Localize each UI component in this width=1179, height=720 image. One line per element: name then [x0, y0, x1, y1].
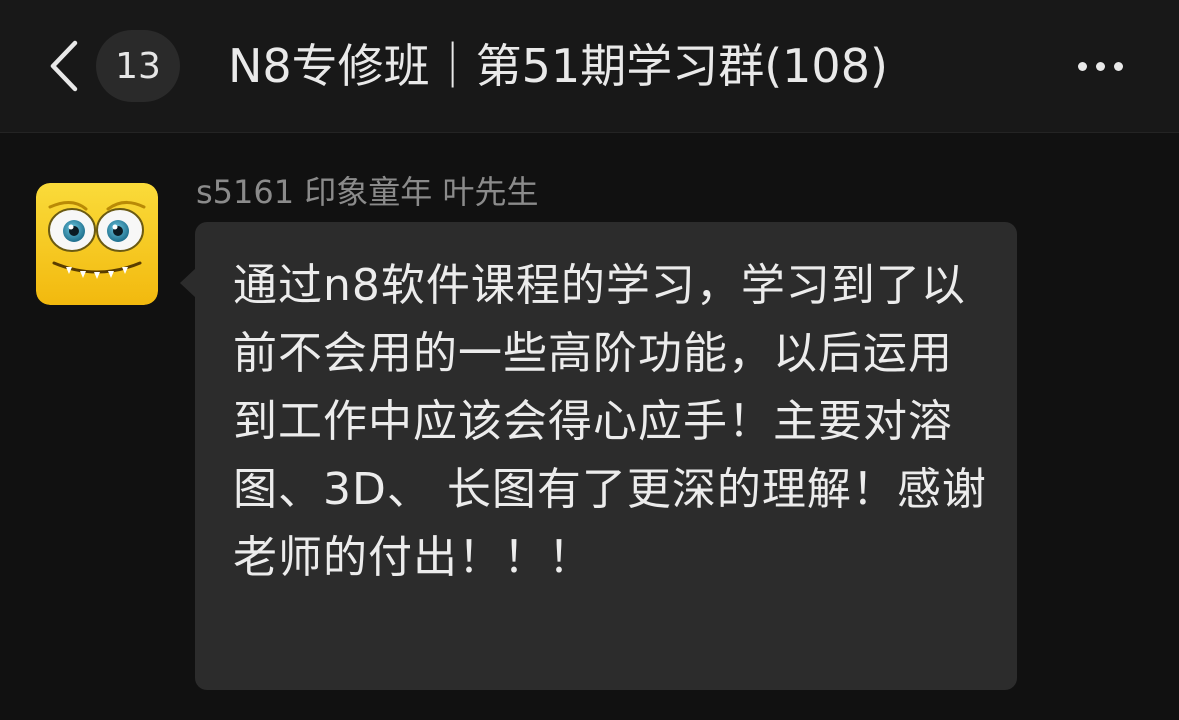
- sender-name: s5161 印象童年 叶先生: [196, 173, 539, 211]
- sender-avatar[interactable]: [36, 183, 158, 305]
- unread-count-badge[interactable]: 13: [96, 30, 180, 102]
- more-horizontal-icon: [1095, 61, 1105, 71]
- chat-title: N8专修班｜第51期学习群(108): [228, 39, 888, 93]
- yellow-monster-avatar-icon: [36, 183, 158, 305]
- message-text: 通过n8软件课程的学习，学习到了以前不会用的一些高阶功能，以后运用到工作中应该会…: [233, 260, 987, 583]
- more-horizontal-icon: [1077, 61, 1087, 71]
- chat-header: 13 N8专修班｜第51期学习群(108): [0, 0, 1179, 133]
- back-button[interactable]: [40, 36, 88, 96]
- more-horizontal-icon: [1113, 61, 1123, 71]
- bubble-tail: [180, 268, 196, 298]
- message-bubble[interactable]: 通过n8软件课程的学习，学习到了以前不会用的一些高阶功能，以后运用到工作中应该会…: [195, 222, 1017, 690]
- chat-screen: 13 N8专修班｜第51期学习群(108) s5161 印象童年 叶先生 通过n…: [0, 0, 1179, 720]
- chevron-left-icon: [50, 40, 78, 92]
- more-options-button[interactable]: [1058, 36, 1142, 96]
